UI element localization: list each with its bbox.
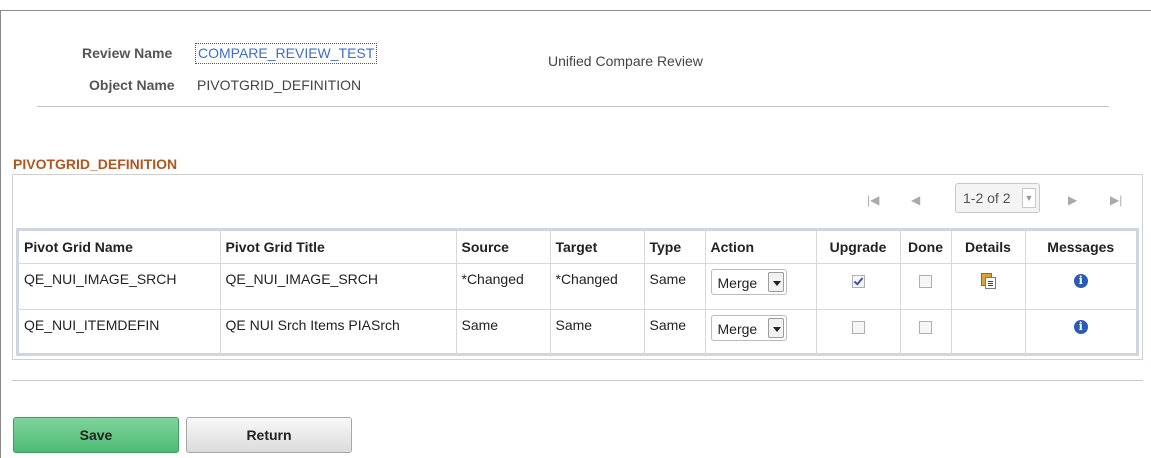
cell-messages: i — [1025, 310, 1136, 356]
prev-page-icon[interactable]: ◀ — [911, 193, 920, 207]
cell-done — [900, 263, 952, 310]
pivot-grid-table: Pivot Grid Name Pivot Grid Title Source … — [19, 231, 1136, 355]
section-title: PIVOTGRID_DEFINITION — [13, 156, 178, 172]
column-header-source: Source — [456, 231, 551, 264]
column-header-pivot-grid-name: Pivot Grid Name — [19, 231, 221, 264]
frame-top-border — [0, 10, 1151, 11]
header-divider — [37, 106, 1109, 107]
chevron-down-icon — [767, 272, 784, 292]
info-icon[interactable]: i — [1073, 274, 1088, 288]
column-header-messages: Messages — [1025, 231, 1136, 264]
cell-type: Same — [644, 309, 706, 355]
cell-pivot-grid-name: QE_NUI_IMAGE_SRCH — [19, 263, 221, 310]
return-button[interactable]: Return — [186, 417, 352, 453]
save-button[interactable]: Save — [13, 417, 179, 453]
action-select[interactable]: Merge — [710, 315, 787, 341]
upgrade-checkbox[interactable] — [851, 275, 865, 288]
object-name-label: Object Name — [89, 77, 175, 93]
column-header-upgrade: Upgrade — [816, 231, 901, 264]
upgrade-checkbox[interactable] — [851, 321, 865, 334]
frame-left-border — [0, 10, 1, 458]
first-page-icon[interactable]: |◀ — [867, 193, 879, 207]
page-count-select[interactable]: 1-2 of 2 ▼ — [955, 183, 1040, 213]
review-name-link[interactable]: COMPARE_REVIEW_TEST — [195, 43, 378, 64]
grid-container: |◀ ◀ 1-2 of 2 ▼ ▶ ▶| Pivot Grid Name Piv… — [12, 174, 1143, 360]
cell-type: Same — [644, 263, 706, 310]
cell-done — [900, 309, 952, 355]
cell-messages: i — [1025, 263, 1136, 310]
page-count-label: 1-2 of 2 — [963, 190, 1011, 206]
cell-pivot-grid-title: QE_NUI_IMAGE_SRCH — [220, 263, 457, 310]
details-icon[interactable] — [981, 273, 996, 289]
table-header-row: Pivot Grid Name Pivot Grid Title Source … — [19, 231, 1136, 264]
table-row: QE_NUI_ITEMDEFIN QE NUI Srch Items PIASr… — [19, 309, 1136, 356]
last-page-icon[interactable]: ▶| — [1110, 193, 1122, 207]
info-icon[interactable]: i — [1073, 320, 1088, 334]
action-select-value: Merge — [717, 275, 758, 291]
cell-pivot-grid-name: QE_NUI_ITEMDEFIN — [19, 309, 221, 355]
action-select[interactable]: Merge — [710, 269, 787, 295]
cell-source: *Changed — [456, 263, 551, 310]
column-header-details: Details — [951, 231, 1026, 264]
next-page-icon[interactable]: ▶ — [1068, 193, 1077, 207]
column-header-action: Action — [705, 231, 817, 264]
grid-table-wrapper: Pivot Grid Name Pivot Grid Title Source … — [16, 228, 1139, 356]
chevron-down-icon: ▼ — [1022, 188, 1036, 208]
column-header-type: Type — [644, 231, 706, 264]
grid-pager: |◀ ◀ 1-2 of 2 ▼ ▶ ▶| — [842, 175, 1142, 225]
page-title: Unified Compare Review — [548, 53, 703, 69]
column-header-done: Done — [900, 231, 952, 264]
cell-action: Merge — [705, 263, 817, 310]
chevron-down-icon — [767, 318, 784, 338]
cell-details — [951, 309, 1026, 355]
footer-divider — [12, 380, 1143, 381]
action-select-value: Merge — [717, 321, 758, 337]
cell-pivot-grid-title: QE NUI Srch Items PIASrch — [220, 309, 457, 355]
review-name-label: Review Name — [82, 45, 173, 61]
cell-action: Merge — [705, 309, 817, 355]
column-header-target: Target — [550, 231, 645, 264]
object-name-value: PIVOTGRID_DEFINITION — [197, 77, 362, 93]
cell-details — [951, 263, 1026, 310]
cell-target: Same — [550, 309, 645, 355]
cell-upgrade — [816, 309, 901, 355]
table-row: QE_NUI_IMAGE_SRCH QE_NUI_IMAGE_SRCH *Cha… — [19, 263, 1136, 310]
done-checkbox[interactable] — [919, 275, 932, 288]
cell-upgrade — [816, 263, 901, 310]
done-checkbox[interactable] — [919, 321, 932, 334]
column-header-pivot-grid-title: Pivot Grid Title — [220, 231, 457, 264]
cell-source: Same — [456, 309, 551, 355]
cell-target: *Changed — [550, 263, 645, 310]
